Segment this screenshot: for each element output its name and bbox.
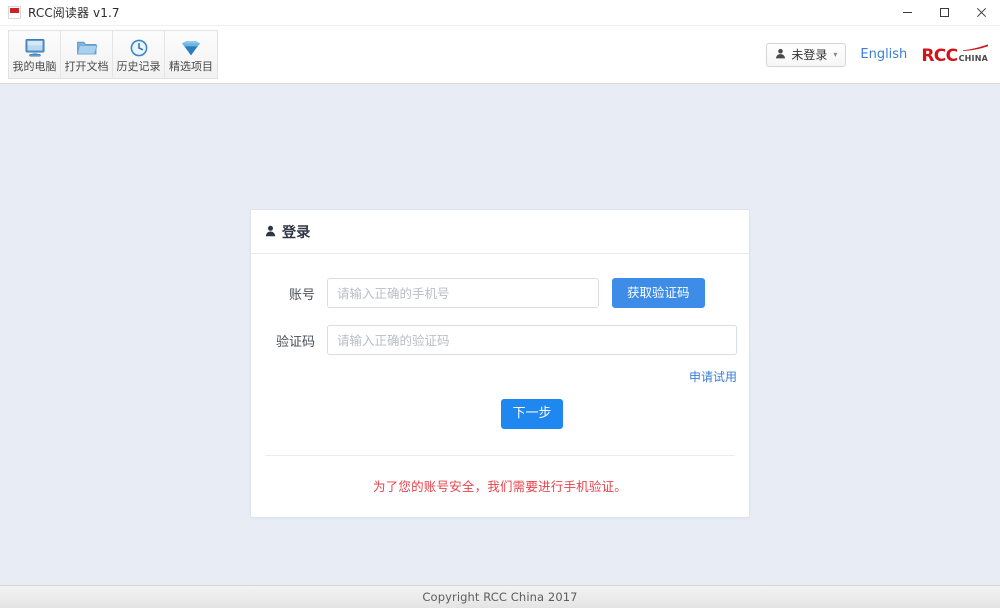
toolbar-item-featured-projects[interactable]: 精选项目: [165, 31, 217, 78]
status-bar: Copyright RCC China 2017: [0, 585, 1000, 608]
rcc-china-logo: RCC CHINA: [921, 43, 988, 66]
user-icon: [775, 48, 786, 62]
captcha-input[interactable]: [327, 325, 737, 355]
main-toolbar: 我的电脑 打开文档 历史记录 精选项目 未登录 ▾ English RCC CH…: [0, 26, 1000, 84]
copyright-text: Copyright RCC China 2017: [422, 590, 578, 604]
toolbar-button-group: 我的电脑 打开文档 历史记录 精选项目: [8, 30, 218, 79]
chevron-down-icon: ▾: [833, 49, 838, 59]
submit-row: 下一步: [251, 399, 749, 429]
clock-icon: [128, 36, 150, 59]
apply-trial-link[interactable]: 申请试用: [689, 368, 737, 385]
window-controls: [889, 0, 1000, 25]
toolbar-item-my-computer[interactable]: 我的电脑: [9, 31, 61, 78]
title-bar: RCC阅读器 v1.7: [0, 0, 1000, 26]
trial-row: 申请试用: [251, 368, 749, 385]
captcha-label: 验证码: [275, 334, 315, 350]
account-row: 账号 获取验证码: [251, 278, 749, 308]
main-content-area: 登录 账号 获取验证码 验证码 申请试用 下一步: [0, 84, 1000, 585]
monitor-icon: [24, 36, 46, 59]
toolbar-right-group: 未登录 ▾ English RCC CHINA: [766, 42, 1000, 67]
get-verification-code-button[interactable]: 获取验证码: [612, 278, 705, 308]
rcc-app-icon: [8, 6, 21, 19]
close-button[interactable]: [963, 0, 1000, 25]
toolbar-item-label: 历史记录: [116, 60, 161, 73]
security-notice: 为了您的账号安全，我们需要进行手机验证。: [372, 479, 627, 494]
close-icon: [976, 7, 987, 18]
login-card-header: 登录: [251, 210, 749, 254]
toolbar-item-label: 精选项目: [169, 60, 213, 73]
application-window: RCC阅读器 v1.7 我的电脑 打开文档 历史记录 精选项目 未登录 ▾ En…: [0, 0, 1000, 608]
account-label: 账号: [288, 287, 315, 303]
account-input[interactable]: [327, 278, 599, 308]
login-card: 登录 账号 获取验证码 验证码 申请试用 下一步: [250, 209, 750, 518]
minimize-icon: [902, 7, 913, 18]
toolbar-item-label: 我的电脑: [12, 60, 57, 73]
captcha-row: 验证码: [251, 325, 749, 355]
login-card-body: 账号 获取验证码 验证码 申请试用 下一步 为了您的账号安全，我们需要进行手机验…: [251, 254, 749, 517]
brand-suffix: CHINA: [958, 53, 988, 63]
window-title: RCC阅读器 v1.7: [28, 6, 120, 20]
brand-swoosh-icon: [963, 43, 988, 51]
diamond-icon: [180, 36, 202, 59]
brand-name: RCC: [921, 45, 958, 66]
user-icon: [265, 222, 276, 241]
toolbar-item-open-document[interactable]: 打开文档: [61, 31, 113, 78]
maximize-icon: [939, 7, 950, 18]
login-card-title: 登录: [282, 224, 311, 241]
minimize-button[interactable]: [889, 0, 926, 25]
maximize-button[interactable]: [926, 0, 963, 25]
language-switch-link[interactable]: English: [860, 47, 907, 62]
toolbar-item-history[interactable]: 历史记录: [113, 31, 165, 78]
toolbar-item-label: 打开文档: [64, 60, 109, 73]
user-account-label: 未登录: [791, 48, 828, 62]
folder-icon: [76, 36, 98, 59]
next-step-button[interactable]: 下一步: [501, 399, 563, 429]
user-account-dropdown[interactable]: 未登录 ▾: [766, 42, 847, 67]
title-bar-left: RCC阅读器 v1.7: [0, 4, 120, 21]
